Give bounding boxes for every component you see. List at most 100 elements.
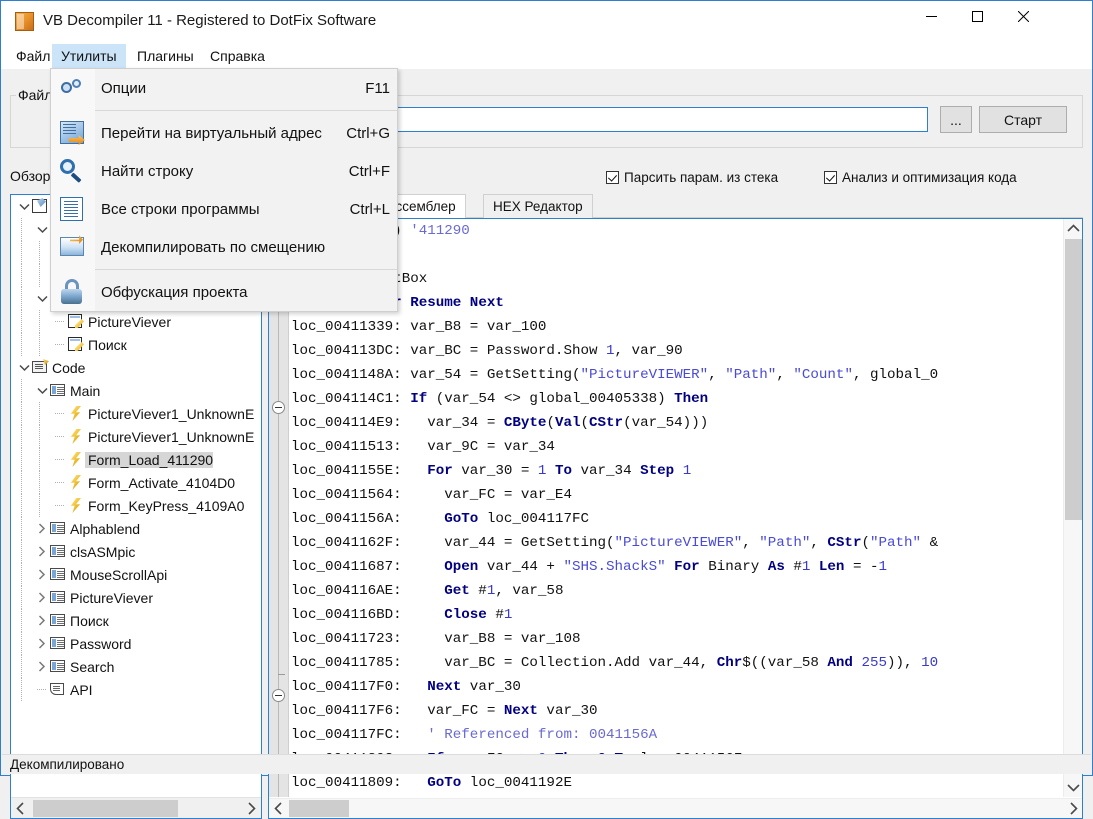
code-line: Form_Load() '411290 xyxy=(291,219,1062,243)
tree-item[interactable]: PictureViever1_UnknownE xyxy=(11,425,261,448)
tree-item[interactable]: API xyxy=(11,678,261,701)
scroll-left-button[interactable] xyxy=(269,799,287,818)
menu-item-goto-virtual-address[interactable]: Перейти на виртуальный адрес Ctrl+G xyxy=(51,114,397,152)
code-token: 1 xyxy=(879,559,888,575)
tree-item[interactable]: Code xyxy=(11,356,261,379)
fold-toggle[interactable] xyxy=(272,401,285,414)
chevron-down-icon[interactable] xyxy=(17,356,31,379)
start-button[interactable]: Старт xyxy=(979,106,1067,133)
code-line: loc_004113DC: var_BC = Password.Show 1, … xyxy=(291,339,1062,363)
menu-help[interactable]: Справка xyxy=(201,44,274,69)
code-token: loc_00411809: xyxy=(291,775,427,791)
tree-guide xyxy=(39,494,40,517)
code-hscroll-thumb[interactable] xyxy=(289,800,349,817)
menu-item-all-program-strings[interactable]: Все строки программы Ctrl+L xyxy=(51,190,397,228)
tree-item[interactable]: Search xyxy=(11,655,261,678)
tree-item-label: Form_KeyPress_4109A0 xyxy=(85,498,244,514)
tree-item[interactable]: Form_Load_411290 xyxy=(11,448,261,471)
code-vertical-scrollbar[interactable] xyxy=(1063,219,1082,797)
chevron-right-icon[interactable] xyxy=(35,609,49,632)
code-token: loc_004116AE: xyxy=(291,583,444,599)
project-icon xyxy=(31,195,49,218)
application-window: VB Decompiler 11 - Registered to DotFix … xyxy=(0,0,1093,776)
code-token: 1 xyxy=(606,343,615,359)
chevron-right-icon[interactable] xyxy=(35,563,49,586)
tree-guide xyxy=(21,379,22,402)
scroll-left-button[interactable] xyxy=(11,798,30,818)
tab-hex-editor[interactable]: HEX Редактор xyxy=(483,194,593,218)
minimize-button[interactable] xyxy=(908,1,954,31)
code-line: loc_004114E9: var_34 = CByte(Val(CStr(va… xyxy=(291,411,1062,435)
tree-scroll-thumb[interactable] xyxy=(33,800,178,817)
chevron-right-icon[interactable] xyxy=(35,632,49,655)
status-bar: Декомпилировано xyxy=(2,754,1091,774)
tree-item[interactable]: Alphablend xyxy=(11,517,261,540)
chevron-left-icon xyxy=(16,802,25,815)
tree-item[interactable]: Form_Activate_4104D0 xyxy=(11,471,261,494)
code-line: loc_0041156A: GoTo loc_004117FC xyxy=(291,507,1062,531)
file-group-label: Файл xyxy=(16,87,54,103)
fold-toggle[interactable] xyxy=(272,689,285,702)
tree-guide xyxy=(39,241,40,264)
tree-item[interactable]: PictureViever xyxy=(11,586,261,609)
code-token: loc_00411723: var_B8 = var_108 xyxy=(291,631,580,647)
menu-item-options[interactable]: Опции F11 xyxy=(51,69,397,107)
tree-item[interactable]: Password xyxy=(11,632,261,655)
tree-guide xyxy=(39,402,40,425)
code-line: loc_00411513: var_9C = var_34 xyxy=(291,435,1062,459)
tree-item[interactable]: PictureViever1_UnknownE xyxy=(11,402,261,425)
scroll-right-button[interactable] xyxy=(1064,799,1082,818)
maximize-button[interactable] xyxy=(954,1,1000,31)
tree-item[interactable]: PictureViever xyxy=(11,310,261,333)
chevron-down-icon[interactable] xyxy=(17,195,31,218)
checkbox-parse-stack-params[interactable]: Парсить парам. из стека xyxy=(606,170,778,185)
chevron-right-icon[interactable] xyxy=(35,655,49,678)
chevron-down-icon[interactable] xyxy=(35,218,49,241)
tree-item[interactable]: clsASMpic xyxy=(11,540,261,563)
tree-item[interactable]: Form_KeyPress_4109A0 xyxy=(11,494,261,517)
tree-guide xyxy=(39,333,40,356)
code-line: loc_00411723: var_B8 = var_108 xyxy=(291,627,1062,651)
menu-item-project-obfuscation[interactable]: Обфускация проекта xyxy=(51,273,397,311)
checkbox-code-optimization[interactable]: Анализ и оптимизация кода xyxy=(824,170,1017,185)
tree-item-label: Поиск xyxy=(85,337,127,353)
scroll-down-button[interactable] xyxy=(1064,778,1082,797)
tree-item[interactable]: Поиск xyxy=(11,333,261,356)
tree-horizontal-scrollbar[interactable] xyxy=(11,797,261,818)
code-vscroll-thumb[interactable] xyxy=(1065,239,1082,520)
chevron-down-icon[interactable] xyxy=(35,379,49,402)
menu-item-find-string[interactable]: Найти строку Ctrl+F xyxy=(51,152,397,190)
tree-guide xyxy=(21,310,22,333)
module-icon xyxy=(49,540,67,563)
tree-item[interactable]: Поиск xyxy=(11,609,261,632)
code-token: var_44 + xyxy=(478,559,563,575)
code-token: , xyxy=(742,535,759,551)
tree-item[interactable]: Main xyxy=(11,379,261,402)
scroll-up-button[interactable] xyxy=(1064,219,1082,238)
scroll-right-button[interactable] xyxy=(242,798,261,818)
menu-item-decompile-by-offset[interactable]: Декомпилировать по смещению xyxy=(51,228,397,266)
code-token: Val xyxy=(555,415,581,431)
menu-item-accelerator: Ctrl+G xyxy=(346,125,390,142)
code-icon xyxy=(31,356,49,379)
close-button[interactable] xyxy=(1000,1,1046,31)
chevron-down-icon[interactable] xyxy=(35,287,49,310)
tree-guide xyxy=(21,494,22,517)
code-token: "SHS.ShackS" xyxy=(563,559,665,575)
chevron-up-icon xyxy=(1067,224,1080,233)
code-token: GoTo xyxy=(444,511,478,527)
code-line: loc_004117F6: var_FC = Next var_30 xyxy=(291,699,1062,723)
chevron-right-icon[interactable] xyxy=(35,586,49,609)
code-horizontal-scrollbar[interactable] xyxy=(269,798,1082,818)
tree-item[interactable]: MouseScrollApi xyxy=(11,563,261,586)
menu-plugins[interactable]: Плагины xyxy=(128,44,203,69)
code-token: Then xyxy=(674,391,708,407)
chevron-down-icon xyxy=(1067,783,1080,792)
title-bar: VB Decompiler 11 - Registered to DotFix … xyxy=(1,1,1092,44)
chevron-right-icon[interactable] xyxy=(35,540,49,563)
code-token: (var_54))) xyxy=(623,415,708,431)
browse-button[interactable]: ... xyxy=(940,106,972,133)
menu-utilities[interactable]: Утилиты xyxy=(52,44,126,69)
chevron-right-icon[interactable] xyxy=(35,517,49,540)
code-token: "PictureVIEWER" xyxy=(580,367,708,383)
